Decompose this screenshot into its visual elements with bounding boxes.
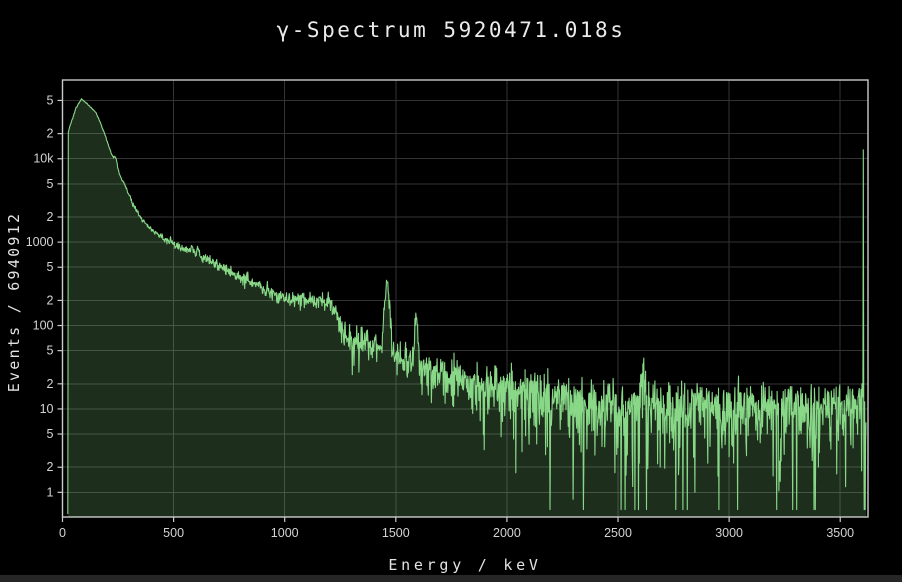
x-axis-title: Energy / keV [62, 556, 868, 574]
y-tick-label: 5 [47, 344, 54, 358]
spectrum-chart[interactable]: 1 2 5 10 2 5 100 2 5 1000 2 5 10k 2 5 0 500 1000 1500 2000 2… [0, 0, 902, 582]
x-tick-label: 2500 [604, 526, 632, 540]
y-tick-label: 5 [47, 177, 54, 191]
bottom-bar [0, 575, 902, 582]
y-tick-label: 2 [47, 210, 54, 224]
x-tick-label: 1500 [382, 526, 410, 540]
y-tick-label: 10 [40, 402, 54, 416]
x-tick-label: 500 [163, 526, 184, 540]
y-tick-label: 2 [47, 127, 54, 141]
y-tick-label: 1 [47, 485, 54, 499]
y-tick-label: 2 [47, 377, 54, 391]
y-tick-label: 5 [47, 427, 54, 441]
y-tick-label: 5 [47, 93, 54, 107]
y-tick-label: 10k [33, 152, 54, 166]
y-tick-label: 100 [33, 319, 54, 333]
x-tick-label: 1000 [271, 526, 299, 540]
x-tick-label: 3000 [715, 526, 743, 540]
x-tick-label: 3500 [826, 526, 854, 540]
spectrum-window: γ-Spectrum 5920471.018s 1251025100251000… [0, 0, 902, 582]
y-tick-label: 2 [47, 293, 54, 307]
y-tick-label: 1000 [26, 235, 54, 249]
x-tick-label: 0 [59, 526, 66, 540]
y-tick-label: 2 [47, 460, 54, 474]
y-tick-label: 5 [47, 260, 54, 274]
x-tick-label: 2000 [493, 526, 521, 540]
